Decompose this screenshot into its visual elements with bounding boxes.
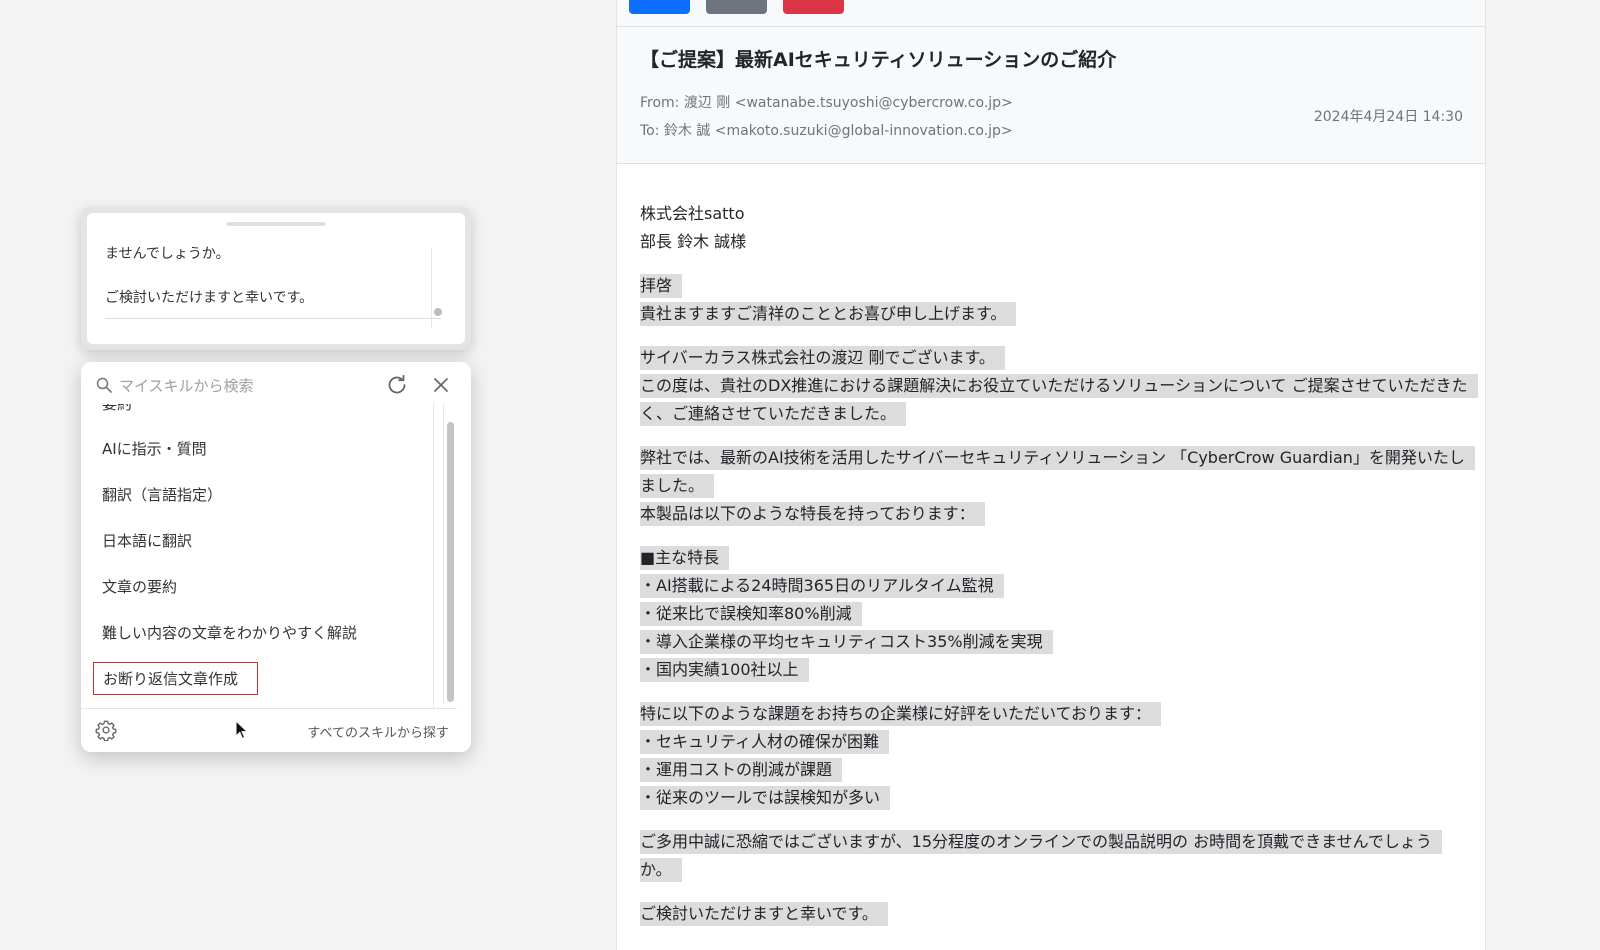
skill-item[interactable]: 日本語に翻訳	[102, 526, 192, 556]
text-preview-card: ませんでしょうか。 ご検討いただけますと幸いです。	[81, 207, 471, 350]
email-line: ご検討いただけますと幸いです。	[640, 902, 888, 926]
preview-text: ませんでしょうか。 ご検討いただけますと幸いです。	[105, 244, 427, 324]
email-line: ・国内実績100社以上	[640, 658, 809, 682]
email-paragraph: 特に以下のような課題をお持ちの企業様に好評をいただいております： ・セキュリティ人…	[640, 700, 1470, 812]
list-divider	[81, 708, 457, 709]
skill-item[interactable]: 要約	[102, 404, 132, 419]
email-line: 弊社では、最新のAI技術を活用したサイバーセキュリティソリューション 「Cybe…	[640, 446, 1475, 498]
skill-item[interactable]: 翻訳（言語指定）	[102, 480, 222, 510]
refresh-icon[interactable]	[385, 373, 409, 397]
email-toolbar	[617, 0, 1485, 27]
email-viewer: 【ご提案】最新AIセキュリティソリューションのご紹介 From: 渡辺 剛 <w…	[616, 0, 1486, 950]
recipient-block: 株式会社satto 部長 鈴木 誠様	[640, 200, 1470, 256]
preview-divider	[431, 248, 432, 328]
email-line: ・従来のツールでは誤検知が多い	[640, 786, 891, 810]
email-header: 【ご提案】最新AIセキュリティソリューションのご紹介 From: 渡辺 剛 <w…	[617, 27, 1485, 164]
recipient-company: 株式会社satto	[640, 204, 745, 223]
preview-line: ご検討いただけますと幸いです。	[105, 290, 314, 306]
skill-item[interactable]: 文章の要約	[102, 572, 177, 602]
skills-scrollbar-thumb[interactable]	[447, 422, 454, 702]
close-icon[interactable]	[432, 376, 450, 394]
email-line: ・AI搭載による24時間365日のリアルタイム監視	[640, 574, 1004, 598]
email-line: サイバーカラス株式会社の渡辺 剛でございます。	[640, 346, 1005, 370]
email-to: To: 鈴木 誠 <makoto.suzuki@global-innovatio…	[640, 123, 1013, 139]
gear-icon[interactable]	[95, 719, 117, 741]
email-paragraph: 弊社では、最新のAI技術を活用したサイバーセキュリティソリューション 「Cybe…	[640, 444, 1475, 528]
skill-item[interactable]: 難しい内容の文章をわかりやすく解説	[102, 618, 357, 648]
skills-panel: 要約 AIに指示・質問 翻訳（言語指定） 日本語に翻訳 文章の要約 難しい内容の…	[81, 362, 471, 752]
all-skills-link[interactable]: すべてのスキルから探す	[307, 722, 449, 741]
email-paragraphs: 拝啓 貴社ますますご清祥のこととお喜び申し上げます。 サイバーカラス株式会社の渡辺 …	[640, 272, 1478, 928]
search-icon	[96, 377, 112, 393]
email-line: ■主な特長	[640, 546, 730, 570]
email-paragraph: ■主な特長・AI搭載による24時間365日のリアルタイム監視 ・従来比で誤検知率8…	[640, 544, 1470, 684]
email-date: 2024年4月24日 14:30	[1313, 109, 1463, 125]
email-line: 拝啓	[640, 274, 683, 298]
delete-button[interactable]	[783, 0, 844, 14]
list-divider	[433, 403, 434, 709]
email-line: ご多用中誠に恐縮ではございますが、15分程度のオンラインでの製品説明の お時間を…	[640, 830, 1442, 882]
secondary-button[interactable]	[706, 0, 767, 14]
email-line: ・従来比で誤検知率80%削減	[640, 602, 862, 626]
email-paragraph: 拝啓貴社ますますご清祥のこととお喜び申し上げます。	[640, 272, 1470, 328]
email-paragraph: ご検討いただけますと幸いです。	[640, 900, 1470, 928]
skill-search-input[interactable]	[117, 373, 381, 399]
email-body: 株式会社satto 部長 鈴木 誠様 拝啓貴社ますますご清祥のこととお喜び申し上…	[640, 200, 1478, 944]
skills-list: 要約 AIに指示・質問 翻訳（言語指定） 日本語に翻訳 文章の要約 難しい内容の…	[81, 404, 433, 710]
email-paragraph: サイバーカラス株式会社の渡辺 剛でございます。この度は、貴社のDX推進における課…	[640, 344, 1478, 428]
preview-scrollbar[interactable]	[434, 308, 442, 316]
email-line: 貴社ますますご清祥のこととお喜び申し上げます。	[640, 302, 1017, 326]
mouse-cursor-icon	[235, 720, 249, 740]
email-line: 本製品は以下のような特長を持っております：	[640, 502, 985, 526]
skill-item[interactable]: AIに指示・質問	[102, 434, 207, 464]
preview-divider	[105, 318, 441, 319]
email-from: From: 渡辺 剛 <watanabe.tsuyoshi@cybercrow.…	[640, 95, 1013, 111]
skill-item-selected[interactable]: お断り返信文章作成	[93, 662, 258, 695]
email-subject: 【ご提案】最新AIセキュリティソリューションのご紹介	[640, 49, 1117, 71]
email-line: 特に以下のような課題をお持ちの企業様に好評をいただいております：	[640, 702, 1162, 726]
send-button[interactable]	[629, 0, 690, 14]
email-paragraph: ご多用中誠に恐縮ではございますが、15分程度のオンラインでの製品説明の お時間を…	[640, 828, 1470, 884]
preview-line: ませんでしょうか。	[105, 246, 230, 262]
email-line: ・運用コストの削減が課題	[640, 758, 843, 782]
email-line: この度は、貴社のDX推進における課題解決にお役立ていただけるソリューションについ…	[640, 374, 1478, 426]
email-line: ・導入企業様の平均セキュリティコスト35%削減を実現	[640, 630, 1053, 654]
recipient-name: 部長 鈴木 誠様	[640, 232, 747, 251]
drag-handle[interactable]	[226, 222, 326, 226]
text-preview-inner: ませんでしょうか。 ご検討いただけますと幸いです。	[87, 213, 465, 344]
email-line: ・セキュリティ人材の確保が困難	[640, 730, 890, 754]
